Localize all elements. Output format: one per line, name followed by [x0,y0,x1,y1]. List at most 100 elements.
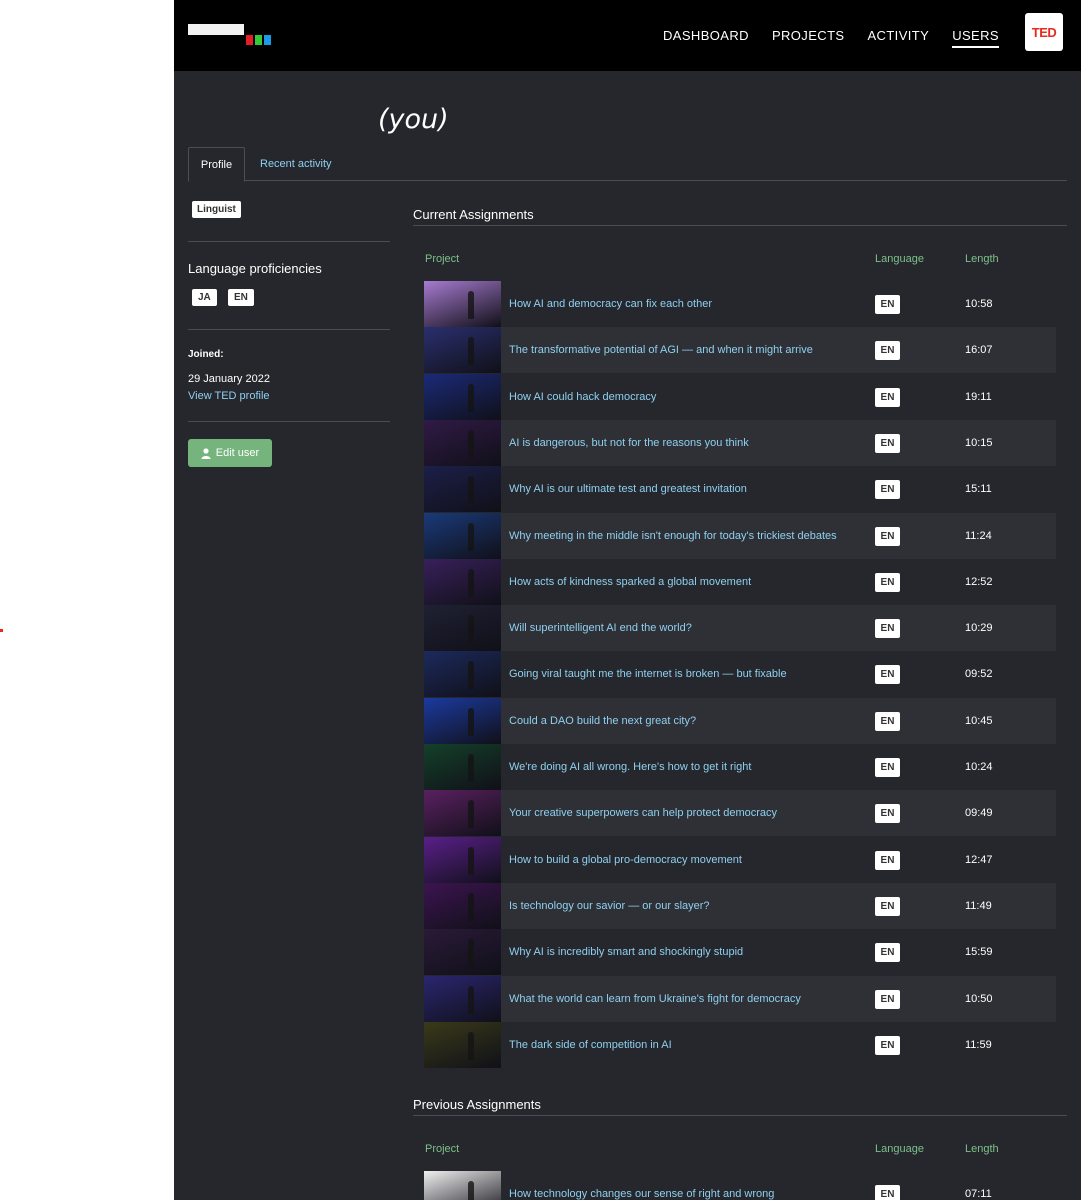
talk-thumbnail[interactable] [424,929,501,976]
talk-length: 09:49 [965,807,993,820]
talk-length: 15:59 [965,946,993,959]
speaker-silhouette [468,429,474,458]
app-window: DASHBOARD PROJECTS ACTIVITY USERS TED (y… [174,0,1081,1200]
user-name-suffix: (you) [378,104,449,135]
table-row[interactable]: Your creative superpowers can help prote… [424,790,1056,837]
table-row[interactable]: How acts of kindness sparked a global mo… [424,558,1056,605]
talk-title-link[interactable]: Going viral taught me the internet is br… [509,651,787,697]
table-row[interactable]: How to build a global pro-democracy move… [424,836,1056,883]
table-row[interactable]: Is technology our savior — or our slayer… [424,882,1056,929]
talk-title-link[interactable]: How to build a global pro-democracy move… [509,837,742,883]
talk-thumbnail[interactable] [424,697,501,744]
talk-title-link[interactable]: Will superintelligent AI end the world? [509,605,692,651]
talk-thumbnail[interactable] [424,419,501,466]
talk-length: 12:52 [965,575,993,588]
edit-user-label: Edit user [215,447,260,459]
talk-title-link[interactable]: Your creative superpowers can help prote… [509,790,777,836]
table-row[interactable]: The transformative potential of AGI — an… [424,327,1056,374]
talk-length: 19:11 [965,390,992,403]
speaker-silhouette [468,615,474,644]
talk-length: 11:49 [965,899,992,912]
talk-title-link[interactable]: We're doing AI all wrong. Here's how to … [509,744,751,790]
table-row[interactable]: Will superintelligent AI end the world? E… [424,605,1056,652]
table-row[interactable]: Why meeting in the middle isn't enough f… [424,512,1056,559]
table-row[interactable]: How technology changes our sense of righ… [424,1171,1056,1200]
talk-title-link[interactable]: How acts of kindness sparked a global mo… [509,559,751,605]
talk-thumbnail[interactable] [424,744,501,790]
tab-profile[interactable]: Profile [188,147,245,182]
table-row[interactable]: AI is dangerous, but not for the reasons… [424,419,1056,466]
table-row[interactable]: How AI and democracy can fix each other E… [424,281,1056,327]
language-badge: EN [875,989,900,1009]
talk-thumbnail[interactable] [424,466,501,513]
talk-length: 07:11 [965,1188,992,1200]
talk-thumbnail[interactable] [424,882,501,929]
talk-title-link[interactable]: Could a DAO build the next great city? [509,698,696,744]
talk-thumbnail[interactable] [424,790,501,837]
nav-dashboard[interactable]: DASHBOARD [663,24,749,47]
column-header-project: Project [425,253,460,265]
talk-title-link[interactable]: What the world can learn from Ukraine's … [509,976,801,1022]
talk-thumbnail[interactable] [424,512,501,559]
language-badge: EN [875,295,900,314]
table-row[interactable]: We're doing AI all wrong. Here's how to … [424,744,1056,790]
talk-length: 12:47 [965,853,993,866]
talk-thumbnail[interactable] [424,327,501,374]
talk-title-link[interactable]: Why AI is our ultimate test and greatest… [509,466,747,512]
talk-thumbnail[interactable] [424,1171,501,1200]
language-badge: EN [875,1185,900,1200]
talk-thumbnail[interactable] [424,281,501,327]
language-badge: EN [875,572,900,592]
speaker-silhouette [468,985,474,1014]
speaker-silhouette [468,800,474,829]
table-row[interactable]: How AI could hack democracy EN 19:11 [424,373,1056,420]
language-badge: EN [875,619,900,639]
language-badge: EN [875,341,900,361]
talk-length: 09:52 [965,668,993,681]
stray-dot [0,629,3,632]
edit-user-button[interactable]: Edit user [188,439,272,467]
top-navigation-bar: DASHBOARD PROJECTS ACTIVITY USERS TED [174,0,1081,71]
table-row[interactable]: Going viral taught me the internet is br… [424,651,1056,698]
tab-recent-activity[interactable]: Recent activity [248,147,344,181]
language-badge-ja: JA [192,289,217,306]
section-divider [413,1115,1067,1116]
talk-title-link[interactable]: Why AI is incredibly smart and shockingl… [509,929,743,975]
nav-users[interactable]: USERS [952,24,999,48]
logo-blue-square [264,35,271,45]
talk-title-link[interactable]: How technology changes our sense of righ… [509,1171,774,1200]
talk-title-link[interactable]: AI is dangerous, but not for the reasons… [509,420,749,466]
talk-title-link[interactable]: How AI could hack democracy [509,374,656,420]
talk-thumbnail[interactable] [424,651,501,698]
nav-projects[interactable]: PROJECTS [772,24,845,47]
view-ted-profile-link[interactable]: View TED profile [188,390,270,402]
column-header-language: Language [875,253,924,265]
table-row[interactable]: What the world can learn from Ukraine's … [424,975,1056,1022]
ted-logo-text: TED [1031,24,1057,40]
talk-title-link[interactable]: Is technology our savior — or our slayer… [509,883,710,929]
talk-thumbnail[interactable] [424,605,501,652]
speaker-silhouette [468,754,474,782]
talk-title-link[interactable]: Why meeting in the middle isn't enough f… [509,513,837,559]
language-badge: EN [875,850,900,870]
talk-title-link[interactable]: How AI and democracy can fix each other [509,281,712,327]
nav-activity[interactable]: ACTIVITY [867,24,929,47]
talk-thumbnail[interactable] [424,836,501,883]
talk-length: 10:29 [965,622,993,635]
table-row[interactable]: The dark side of competition in AI EN 11:5… [424,1021,1056,1068]
ted-account-button[interactable]: TED [1025,13,1063,51]
speaker-silhouette [468,661,474,690]
table-row[interactable]: Why AI is our ultimate test and greatest… [424,466,1056,513]
talk-title-link[interactable]: The transformative potential of AGI — an… [509,327,813,373]
talk-thumbnail[interactable] [424,558,501,605]
talk-thumbnail[interactable] [424,975,501,1022]
talk-thumbnail[interactable] [424,1021,501,1068]
talk-title-link[interactable]: The dark side of competition in AI [509,1022,672,1068]
talk-length: 10:15 [965,436,993,449]
table-row[interactable]: Could a DAO build the next great city? EN… [424,697,1056,744]
column-header-project: Project [425,1143,460,1155]
talk-thumbnail[interactable] [424,373,501,420]
column-header-length: Length [965,253,999,265]
joined-label: Joined: [188,349,224,360]
table-row[interactable]: Why AI is incredibly smart and shockingl… [424,929,1056,976]
